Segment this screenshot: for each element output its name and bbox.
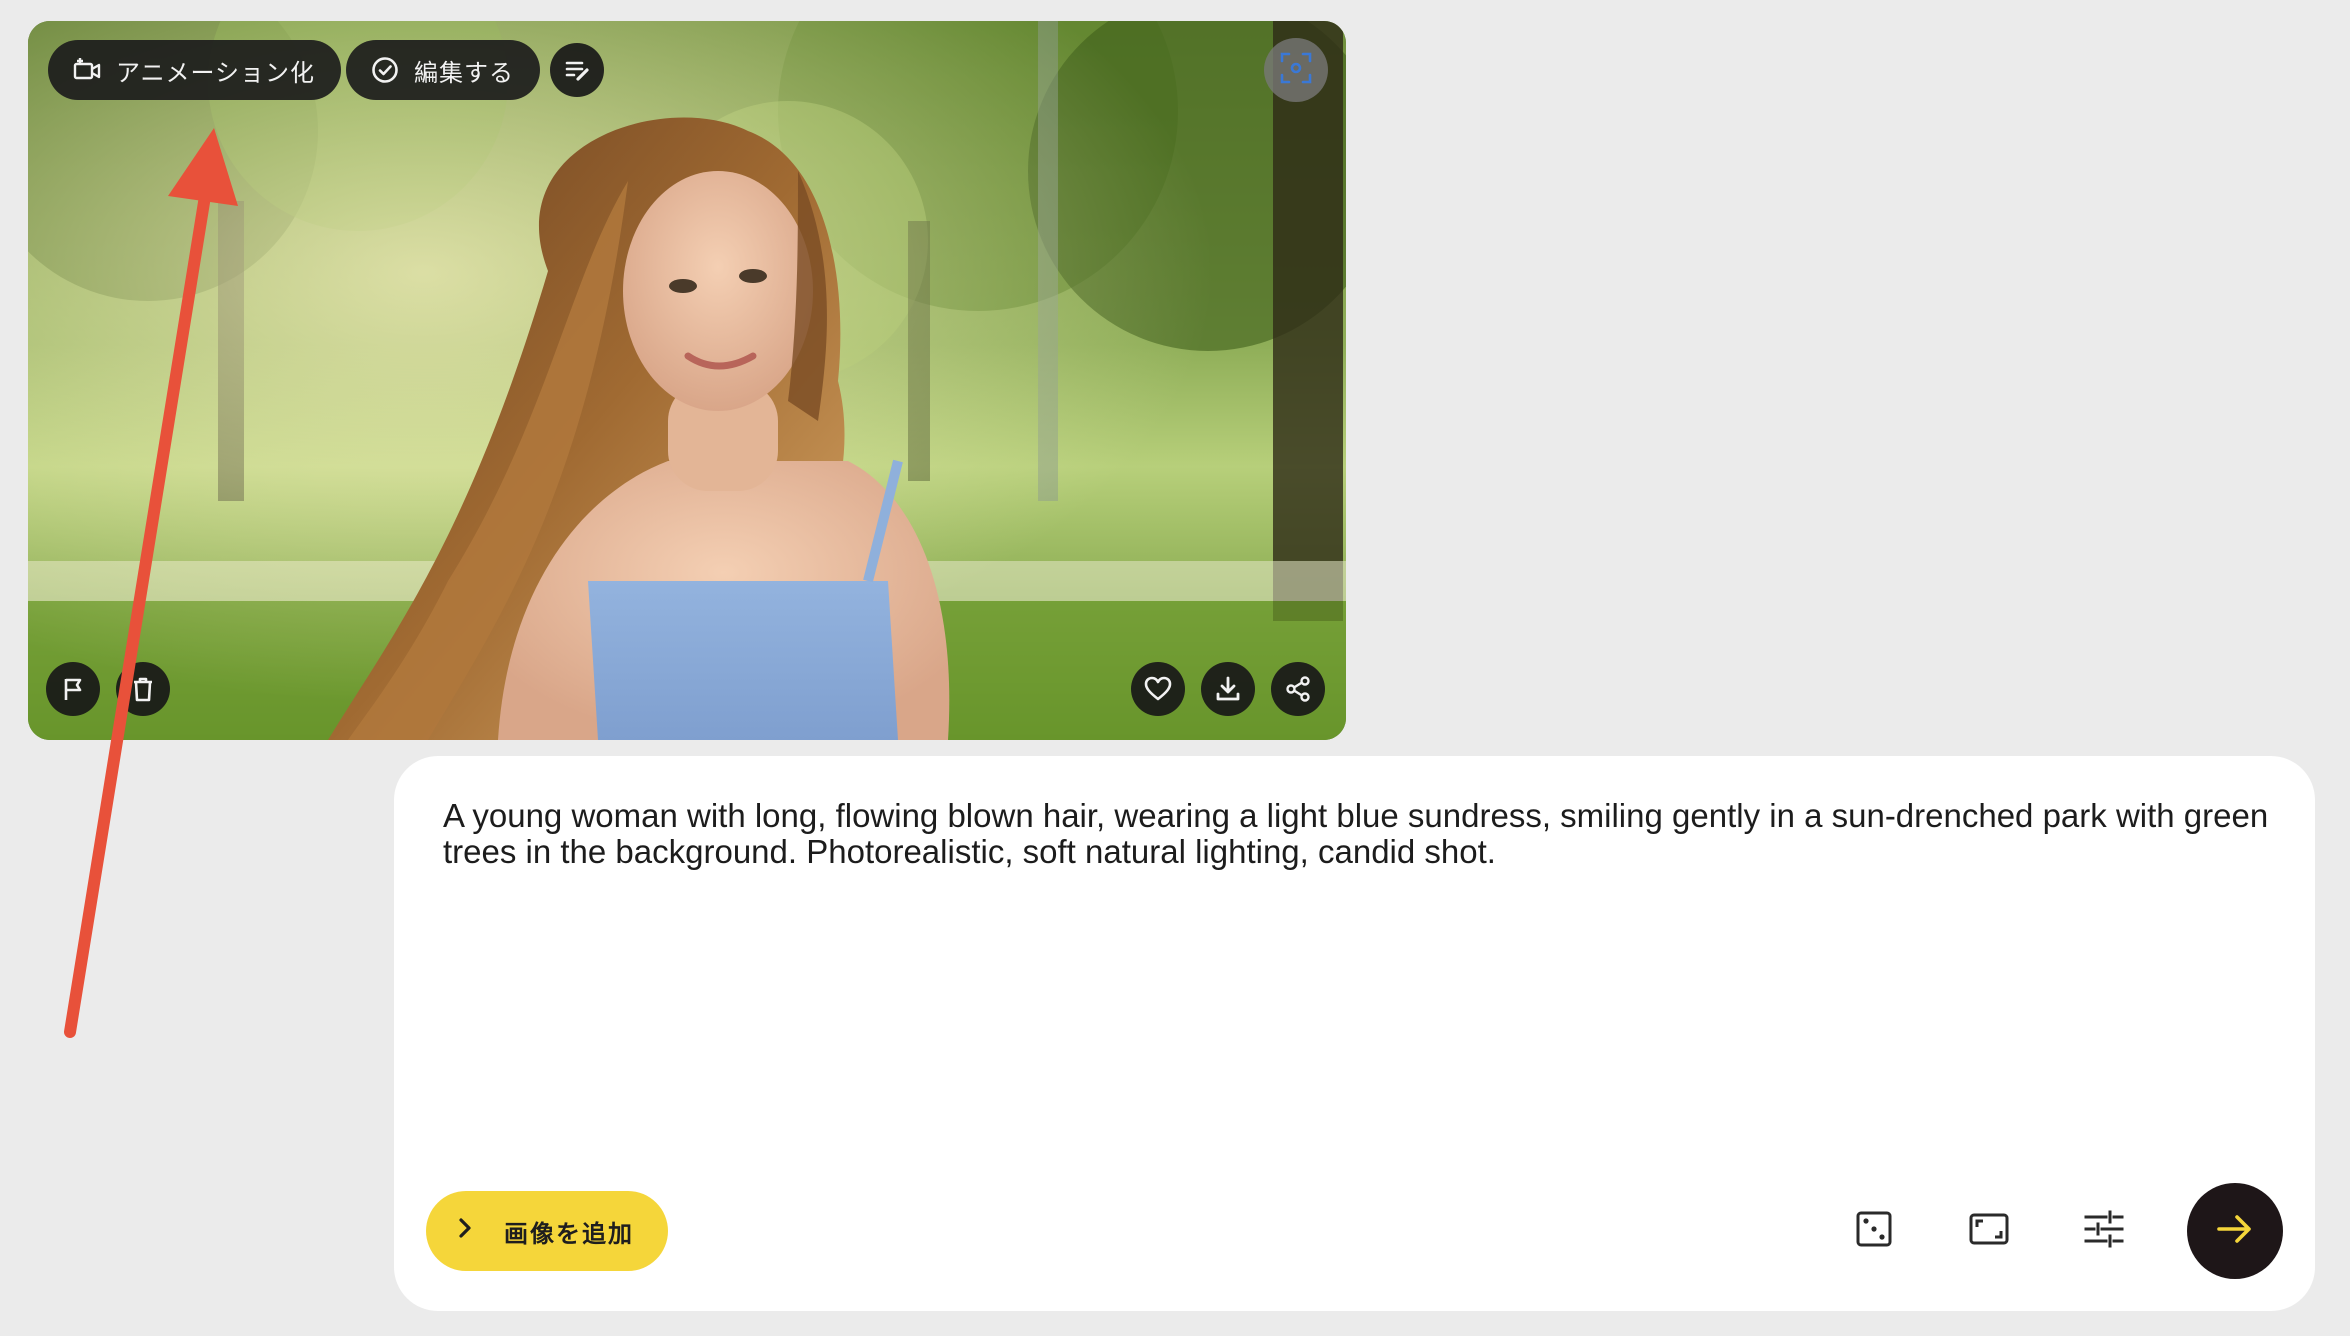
flag-icon bbox=[58, 674, 88, 704]
tune-icon bbox=[2082, 1207, 2126, 1255]
add-image-button[interactable]: 画像を追加 bbox=[426, 1191, 668, 1271]
edit-prompt-button[interactable] bbox=[550, 43, 604, 97]
edit-button[interactable]: 編集する bbox=[346, 40, 540, 100]
share-icon bbox=[1283, 674, 1313, 704]
arrow-right-icon bbox=[2211, 1205, 2259, 1257]
animate-label: アニメーション化 bbox=[116, 58, 316, 87]
prompt-textarea[interactable]: A young woman with long, flowing blown h… bbox=[443, 798, 2275, 870]
dice-icon bbox=[1852, 1207, 1896, 1255]
video-add-icon bbox=[72, 55, 102, 85]
send-button[interactable] bbox=[2187, 1183, 2283, 1279]
report-button[interactable] bbox=[46, 662, 100, 716]
delete-button[interactable] bbox=[116, 662, 170, 716]
edit-label: 編集する bbox=[414, 58, 514, 87]
add-image-label: 画像を追加 bbox=[504, 1219, 634, 1248]
download-icon bbox=[1213, 674, 1243, 704]
animate-button[interactable]: アニメーション化 bbox=[48, 40, 342, 100]
heart-icon bbox=[1143, 674, 1173, 704]
chevron-right-icon bbox=[452, 1215, 478, 1247]
generated-image bbox=[28, 21, 1346, 740]
share-button[interactable] bbox=[1271, 662, 1325, 716]
download-button[interactable] bbox=[1201, 662, 1255, 716]
favorite-button[interactable] bbox=[1131, 662, 1185, 716]
app-stage: アニメーション化 編集する A young woman with long, f… bbox=[0, 0, 2350, 1336]
trash-icon bbox=[128, 674, 158, 704]
aspect-ratio-icon bbox=[1967, 1207, 2011, 1255]
center-focus-icon bbox=[1277, 49, 1315, 91]
check-circle-icon bbox=[370, 55, 400, 85]
edit-notes-icon bbox=[562, 55, 592, 85]
generated-image-card: アニメーション化 編集する bbox=[28, 21, 1346, 740]
settings-button[interactable] bbox=[2079, 1206, 2129, 1256]
aspect-ratio-button[interactable] bbox=[1964, 1206, 2014, 1256]
random-prompt-button[interactable] bbox=[1849, 1206, 1899, 1256]
prompt-panel: A young woman with long, flowing blown h… bbox=[394, 756, 2315, 1311]
lens-button[interactable] bbox=[1264, 38, 1328, 102]
